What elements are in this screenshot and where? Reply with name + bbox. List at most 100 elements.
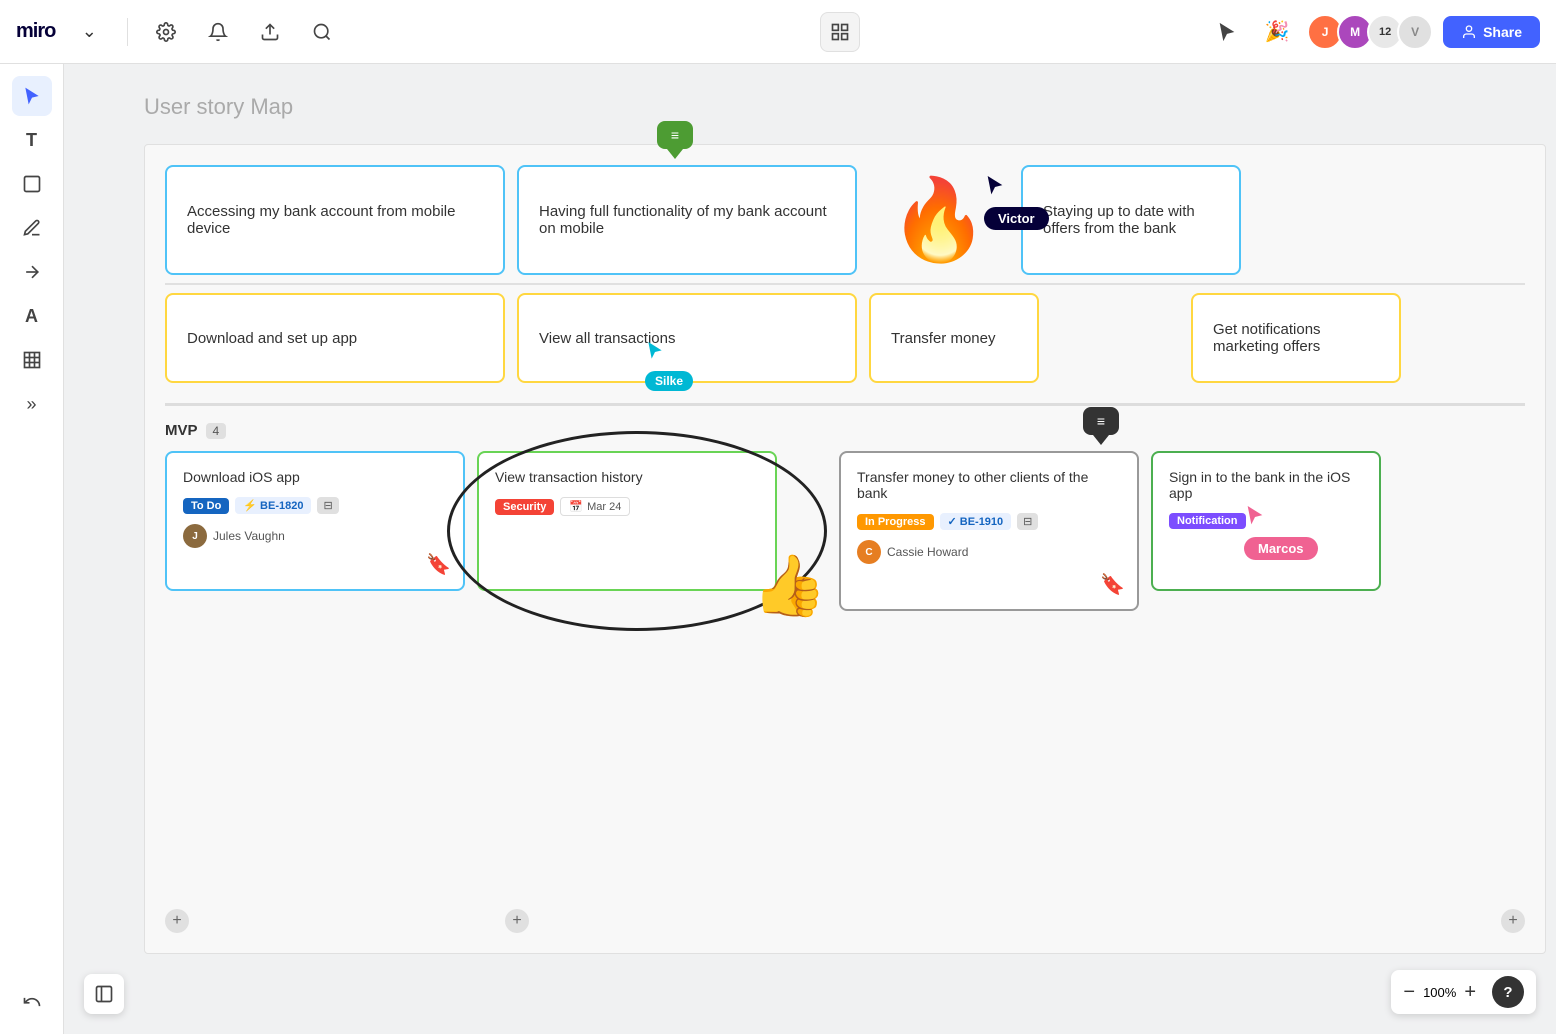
ticket-view-transaction[interactable]: View transaction history Security 📅Mar 2… [477,451,777,591]
assignee-avatar-3: C [857,540,881,564]
ticket-3-wrapper: ≡ Transfer money to other clients of the… [839,451,1139,611]
topbar-divider [127,18,128,46]
victor-label: Victor [984,207,1049,230]
frame-tool[interactable] [12,340,52,380]
zoom-controls: − 100% + ? [1391,970,1536,1014]
comment-bubble-3: ≡ [1083,407,1119,445]
mvp-label: MVP [165,422,198,439]
marcos-cursor-group: Marcos [1244,504,1318,560]
text-tool[interactable]: T [12,120,52,160]
select-tool[interactable] [12,76,52,116]
miro-logo: miro [16,20,55,43]
help-button[interactable]: ? [1492,976,1524,1008]
silke-label: Silke [645,371,693,391]
ticket-3-assignee: C Cassie Howard [857,540,1121,564]
avatar-group: J M 12 V [1307,14,1433,50]
ticket-2-badges: Security 📅Mar 24 [495,497,759,516]
badge-security: Security [495,499,554,515]
tickets-row: Download iOS app To Do ⚡BE-1820 ⊟ J Jule… [165,451,1525,611]
victor-cursor-icon [984,174,1006,200]
zoom-level: 100% [1423,985,1456,1000]
task-card-1[interactable]: Download and set up app [165,293,505,383]
search-icon[interactable] [304,14,340,50]
story-card-3[interactable]: Staying up to date with offers from the … [1021,165,1241,275]
share-button[interactable]: Share [1443,16,1540,48]
ticket-4-title: Sign in to the bank in the iOS app [1169,469,1363,501]
task-card-3-text: Transfer money [891,330,995,347]
add-btn-left[interactable]: + [165,909,189,933]
cursor-tool-icon[interactable] [1207,12,1247,52]
ticket-1-title: Download iOS app [183,469,447,485]
marcos-label: Marcos [1244,537,1318,560]
ticket-2-title: View transaction history [495,469,759,485]
notifications-icon[interactable] [200,14,236,50]
task-card-4-text: Get notifications marketing offers [1213,321,1379,355]
priority-icon-1: ⊟ [317,497,338,514]
assignee-name-3: Cassie Howard [887,545,968,559]
ticket-3-title: Transfer money to other clients of the b… [857,469,1121,501]
left-sidebar: T A » [0,64,64,1034]
avatar-3: V [1397,14,1433,50]
assignee-avatar-1: J [183,524,207,548]
victor-cursor-group: Victor [984,174,1049,230]
story-card-2[interactable]: Having full functionality of my bank acc… [517,165,857,275]
shape-tool[interactable] [12,164,52,204]
story-card-1[interactable]: Accessing my bank account from mobile de… [165,165,505,275]
badge-inprogress: In Progress [857,514,934,530]
badge-be1910: ✓BE-1910 [940,513,1012,530]
more-tools[interactable]: » [12,384,52,424]
add-btn-mid[interactable]: + [505,909,529,933]
upload-icon[interactable] [252,14,288,50]
mvp-header: MVP 4 [165,422,1525,439]
topbar: miro ⌄ 🎉 J [0,0,1556,64]
add-btn-right[interactable]: + [1501,909,1525,933]
badge-notification: Notification [1169,513,1246,529]
canvas[interactable]: User story Map Accessing my bank account… [64,64,1556,1034]
mvp-count: 4 [206,423,227,439]
share-label: Share [1483,24,1522,40]
celebrate-icon[interactable]: 🎉 [1257,12,1297,52]
task-card-1-text: Download and set up app [187,330,357,347]
grid-tool-icon[interactable] [820,12,860,52]
priority-icon-3: ⊟ [1017,513,1038,530]
story-card-2-wrapper: ≡ Having full functionality of my bank a… [517,165,857,275]
bookmark-icon-3: 🔖 [1100,572,1125,597]
settings-icon[interactable] [148,14,184,50]
silke-cursor-group: Silke [645,340,693,391]
chevron-down-icon[interactable]: ⌄ [71,14,107,50]
bookmark-icon-1: 🔖 [426,552,451,577]
task-card-3[interactable]: Transfer money [869,293,1039,383]
comment-bubble-2: ≡ [657,121,693,159]
mvp-section: MVP 4 Download iOS app To Do ⚡BE-1820 ⊟ [145,422,1545,611]
silke-cursor-icon [645,340,665,364]
calendar-icon: 📅 [569,500,583,513]
mvp-separator [165,403,1525,406]
marcos-cursor-icon [1244,504,1266,530]
ticket-transfer-money[interactable]: Transfer money to other clients of the b… [839,451,1139,611]
ticket-download-ios[interactable]: Download iOS app To Do ⚡BE-1820 ⊟ J Jule… [165,451,465,591]
undo-tool[interactable] [12,982,52,1022]
task-row: Download and set up app View all transac… [145,285,1545,403]
topbar-center-tools [820,12,860,52]
ticket-3-badges: In Progress ✓BE-1910 ⊟ [857,513,1121,530]
ticket-1-assignee: J Jules Vaughn [183,524,447,548]
ticket-1-badges: To Do ⚡BE-1820 ⊟ [183,497,447,514]
font-tool[interactable]: A [12,296,52,336]
story-map-frame: Accessing my bank account from mobile de… [144,144,1546,954]
board-title: User story Map [144,94,293,120]
zoom-in-button[interactable]: + [1464,981,1476,1004]
thumbsup-sticker: 👍 [752,550,827,621]
pen-tool[interactable] [12,208,52,248]
fire-sticker: 🔥 [889,173,989,267]
zoom-out-button[interactable]: − [1403,981,1415,1004]
sidebar-bottom [12,982,52,1022]
panel-toggle[interactable] [84,974,124,1014]
story-card-1-text: Accessing my bank account from mobile de… [187,203,483,237]
badge-todo: To Do [183,498,229,514]
user-story-row: Accessing my bank account from mobile de… [145,145,1545,283]
arrow-tool[interactable] [12,252,52,292]
assignee-name-1: Jules Vaughn [213,529,285,543]
topbar-left: miro ⌄ [16,14,340,50]
task-card-4[interactable]: Get notifications marketing offers [1191,293,1401,383]
story-card-2-text: Having full functionality of my bank acc… [539,203,835,237]
